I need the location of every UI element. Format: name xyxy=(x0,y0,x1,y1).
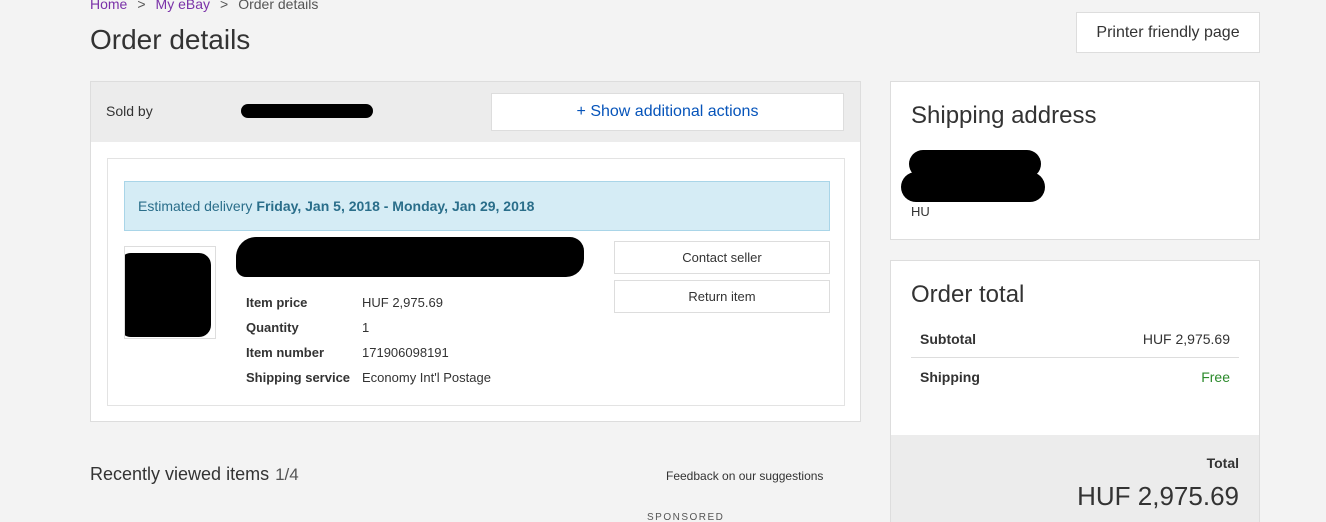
breadcrumb-separator: > xyxy=(220,0,229,12)
detail-value: Economy Int'l Postage xyxy=(362,370,491,385)
redacted-item-title xyxy=(236,237,584,277)
subtotal-value: HUF 2,975.69 xyxy=(1142,331,1230,347)
delivery-label: Estimated delivery xyxy=(138,198,253,214)
recently-viewed-heading: Recently viewed items 1/4 xyxy=(90,464,299,485)
page-title: Order details xyxy=(90,24,251,55)
recently-viewed-count: 1/4 xyxy=(275,465,299,484)
redacted-address-line xyxy=(901,172,1045,202)
detail-label: Item price xyxy=(246,295,308,310)
subtotal-row: Subtotal HUF 2,975.69 xyxy=(911,321,1239,358)
detail-row-quantity: Quantity 1 xyxy=(246,315,491,340)
detail-label: Item number xyxy=(246,345,325,360)
detail-label: Quantity xyxy=(246,320,299,335)
detail-value: 171906098191 xyxy=(362,345,449,360)
item-panel: Estimated delivery Friday, Jan 5, 2018 -… xyxy=(107,158,845,406)
contact-seller-button[interactable]: Contact seller xyxy=(614,241,830,274)
detail-row-shipping-service: Shipping service Economy Int'l Postage xyxy=(246,365,491,390)
detail-row-item-number: Item number 171906098191 xyxy=(246,340,491,365)
total-value: HUF 2,975.69 xyxy=(1077,481,1239,511)
breadcrumb-home-link[interactable]: Home xyxy=(90,0,127,12)
total-label: Total xyxy=(1206,455,1239,471)
delivery-range: Friday, Jan 5, 2018 - Monday, Jan 29, 20… xyxy=(256,198,535,214)
detail-row-item-price: Item price HUF 2,975.69 xyxy=(246,290,491,315)
breadcrumb: Home > My eBay > Order details xyxy=(90,0,318,12)
estimated-delivery-banner: Estimated delivery Friday, Jan 5, 2018 -… xyxy=(124,181,830,231)
detail-value: 1 xyxy=(362,320,370,335)
order-total-heading: Order total xyxy=(911,281,1025,308)
item-thumbnail[interactable] xyxy=(124,246,216,339)
shipping-address-card: Shipping address HU xyxy=(890,81,1260,240)
order-total-card: Order total Subtotal HUF 2,975.69 Shippi… xyxy=(890,260,1260,522)
detail-label: Shipping service xyxy=(246,370,351,385)
breadcrumb-separator: > xyxy=(137,0,146,12)
redacted-item-image xyxy=(125,253,211,337)
grand-total-section: Total HUF 2,975.69 xyxy=(891,435,1259,522)
shipping-label: Shipping xyxy=(920,368,980,385)
show-additional-actions-button[interactable]: + Show additional actions xyxy=(491,93,844,131)
item-details: Item price HUF 2,975.69 Quantity 1 Item … xyxy=(246,290,491,390)
feedback-suggestions-link[interactable]: Feedback on our suggestions xyxy=(666,469,823,483)
sold-by-label: Sold by xyxy=(106,103,153,119)
shipping-address-heading: Shipping address xyxy=(911,102,1097,129)
seller-bar: Sold by + Show additional actions xyxy=(91,82,860,142)
breadcrumb-myebay-link[interactable]: My eBay xyxy=(156,0,210,12)
sponsored-label: SPONSORED xyxy=(647,512,725,522)
subtotal-label: Subtotal xyxy=(920,331,976,347)
detail-value: HUF 2,975.69 xyxy=(362,295,443,310)
address-country: HU xyxy=(911,204,930,219)
breadcrumb-current: Order details xyxy=(238,0,319,12)
redacted-seller-name xyxy=(241,104,373,118)
return-item-button[interactable]: Return item xyxy=(614,280,830,313)
recently-viewed-title: Recently viewed items xyxy=(90,464,270,484)
printer-friendly-button[interactable]: Printer friendly page xyxy=(1076,12,1260,53)
shipping-row: Shipping Free xyxy=(911,358,1239,395)
order-card: Sold by + Show additional actions Estima… xyxy=(90,81,861,422)
shipping-value: Free xyxy=(1201,368,1230,385)
